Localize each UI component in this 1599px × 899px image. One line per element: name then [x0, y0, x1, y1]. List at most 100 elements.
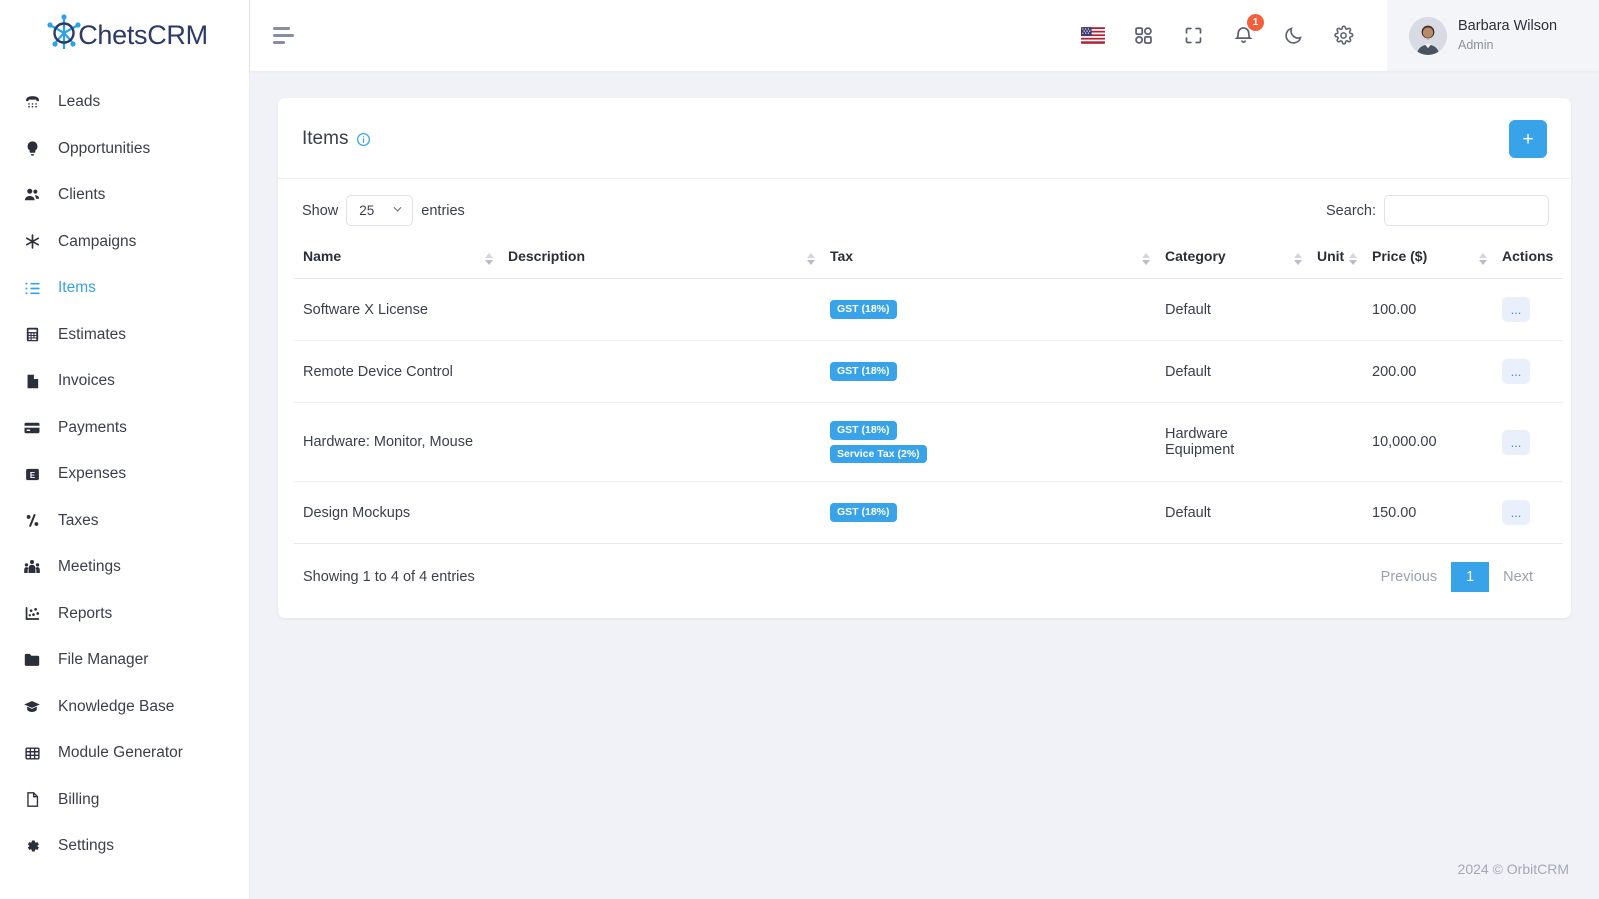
- page-length-select[interactable]: 10 25 50 100: [346, 195, 414, 226]
- column-header-unit[interactable]: Unit: [1308, 238, 1363, 279]
- row-actions-button[interactable]: ...: [1502, 297, 1530, 322]
- sort-icon: [1349, 252, 1357, 265]
- row-actions-button[interactable]: ...: [1502, 429, 1530, 455]
- column-header-price[interactable]: Price ($): [1363, 238, 1493, 279]
- cell-name: Design Mockups: [294, 481, 499, 544]
- sidebar-item-module-generator[interactable]: Module Generator: [0, 730, 249, 777]
- pagination: Previous 1 Next: [1367, 562, 1547, 592]
- sidebar-item-label: Payments: [58, 418, 127, 436]
- column-header-description[interactable]: Description: [499, 238, 821, 279]
- top-bar-icons: 1: [1081, 13, 1387, 48]
- sidebar-item-expenses[interactable]: E Expenses: [0, 451, 249, 498]
- sidebar-item-leads[interactable]: Leads: [0, 79, 249, 126]
- cell-actions: ...: [1493, 402, 1563, 482]
- cell-description: [499, 402, 821, 482]
- add-item-button[interactable]: +: [1509, 120, 1547, 158]
- row-actions-button[interactable]: ...: [1502, 359, 1530, 384]
- expense-icon: E: [22, 464, 42, 484]
- page-length-select-wrap: 10 25 50 100: [346, 195, 414, 226]
- sidebar-item-settings[interactable]: Settings: [0, 823, 249, 870]
- pagination-next[interactable]: Next: [1489, 562, 1547, 592]
- language-flag-us-icon[interactable]: [1081, 24, 1105, 48]
- column-label: Description: [508, 248, 586, 264]
- sidebar-item-invoices[interactable]: Invoices: [0, 358, 249, 405]
- sidebar-item-label: Opportunities: [58, 139, 151, 157]
- cell-price: 150.00: [1363, 481, 1493, 544]
- notification-bell-icon[interactable]: 1: [1231, 13, 1264, 48]
- column-header-name[interactable]: Name: [294, 238, 499, 279]
- sort-icon: [1294, 252, 1302, 265]
- cell-description: [499, 278, 821, 341]
- sidebar-item-taxes[interactable]: Taxes: [0, 498, 249, 545]
- sidebar-item-knowledge-base[interactable]: Knowledge Base: [0, 684, 249, 731]
- brand-logo-area[interactable]: ChetsCRM: [0, 0, 249, 71]
- pagination-page-1[interactable]: 1: [1451, 562, 1490, 592]
- sidebar-item-estimates[interactable]: Estimates: [0, 312, 249, 359]
- page-length-control: Show 10 25 50 100: [294, 195, 465, 226]
- hamburger-icon[interactable]: [270, 19, 304, 53]
- sidebar-item-reports[interactable]: Reports: [0, 591, 249, 638]
- graduation-cap-icon: [22, 697, 42, 717]
- sidebar-item-file-manager[interactable]: File Manager: [0, 637, 249, 684]
- search-control: Search:: [1326, 195, 1555, 226]
- sidebar-item-items[interactable]: Items: [0, 265, 249, 312]
- sidebar-item-billing[interactable]: Billing: [0, 777, 249, 824]
- cell-description: [499, 481, 821, 544]
- items-table: Name Description Tax Category Unit Price…: [294, 238, 1563, 544]
- sort-icon: [807, 252, 815, 265]
- sidebar-item-label: Meetings: [58, 558, 121, 576]
- sidebar-item-label: Clients: [58, 186, 106, 204]
- column-label: Price ($): [1372, 248, 1428, 264]
- sidebar-item-label: Campaigns: [58, 232, 137, 250]
- cell-tax: GST (18%): [821, 278, 1156, 341]
- pagination-previous[interactable]: Previous: [1367, 562, 1451, 592]
- sidebar-item-label: Knowledge Base: [58, 697, 175, 715]
- settings-gear-icon[interactable]: [1331, 24, 1355, 48]
- status-badge: Service Tax (2%): [830, 444, 927, 463]
- cell-price: 100.00: [1363, 278, 1493, 341]
- column-label: Actions: [1502, 248, 1554, 264]
- row-actions-button[interactable]: ...: [1502, 500, 1530, 525]
- users-icon: [22, 185, 42, 205]
- column-header-category[interactable]: Category: [1156, 238, 1308, 279]
- profile-menu[interactable]: Barbara Wilson Admin: [1387, 0, 1599, 71]
- sidebar-item-label: Settings: [58, 837, 115, 855]
- table-row[interactable]: Remote Device Control GST (18%) Default …: [294, 340, 1563, 403]
- folder-icon: [22, 650, 42, 670]
- column-header-actions: Actions: [1493, 238, 1563, 279]
- show-label: Show: [302, 202, 339, 219]
- column-header-tax[interactable]: Tax: [821, 238, 1156, 279]
- table-row[interactable]: Hardware: Monitor, Mouse GST (18%) Servi…: [294, 402, 1563, 482]
- cell-actions: ...: [1493, 481, 1563, 544]
- sidebar-item-payments[interactable]: Payments: [0, 405, 249, 452]
- gear-icon: [22, 836, 42, 856]
- apps-grid-icon[interactable]: [1131, 24, 1155, 48]
- main-area: 1 Barbara Wilson Admin Items + Show 25 e…: [250, 0, 1599, 899]
- tax-badge-group: GST (18%): [830, 503, 1148, 522]
- table-row[interactable]: Design Mockups GST (18%) Default 150.00: [294, 481, 1563, 544]
- sidebar-item-label: Taxes: [58, 511, 99, 529]
- sidebar-item-campaigns[interactable]: Campaigns: [0, 219, 249, 266]
- column-label: Tax: [830, 248, 854, 264]
- cell-tax: GST (18%): [821, 481, 1156, 544]
- table-controls: Show 10 25 50 100: [294, 195, 1555, 238]
- sort-icon: [485, 252, 493, 265]
- lightbulb-icon: [22, 139, 42, 159]
- cell-unit: [1308, 278, 1363, 341]
- notification-badge: 1: [1247, 13, 1264, 31]
- cell-name: Remote Device Control: [294, 340, 499, 403]
- search-input[interactable]: [1384, 195, 1549, 226]
- sort-icon: [1479, 252, 1487, 265]
- table-row[interactable]: Software X License GST (18%) Default 100…: [294, 278, 1563, 341]
- cell-name: Hardware: Monitor, Mouse: [294, 402, 499, 482]
- dark-mode-moon-icon[interactable]: [1281, 24, 1305, 48]
- info-circle-icon[interactable]: [356, 132, 371, 147]
- people-group-icon: [22, 557, 42, 577]
- sidebar-item-label: Items: [58, 279, 96, 297]
- sidebar-item-opportunities[interactable]: Opportunities: [0, 126, 249, 173]
- calculator-icon: [22, 325, 42, 345]
- file-icon: [22, 371, 42, 391]
- sidebar-item-meetings[interactable]: Meetings: [0, 544, 249, 591]
- fullscreen-icon[interactable]: [1181, 24, 1205, 48]
- sidebar-item-clients[interactable]: Clients: [0, 172, 249, 219]
